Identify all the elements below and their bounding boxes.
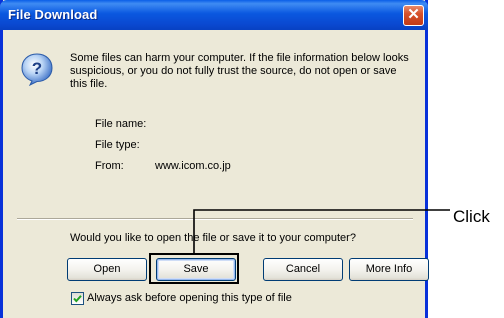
screenshot-canvas: File Download ✕ ? Some files can harm yo…: [0, 0, 504, 318]
callout-line: [193, 209, 450, 253]
click-annotation: Click: [453, 207, 490, 226]
